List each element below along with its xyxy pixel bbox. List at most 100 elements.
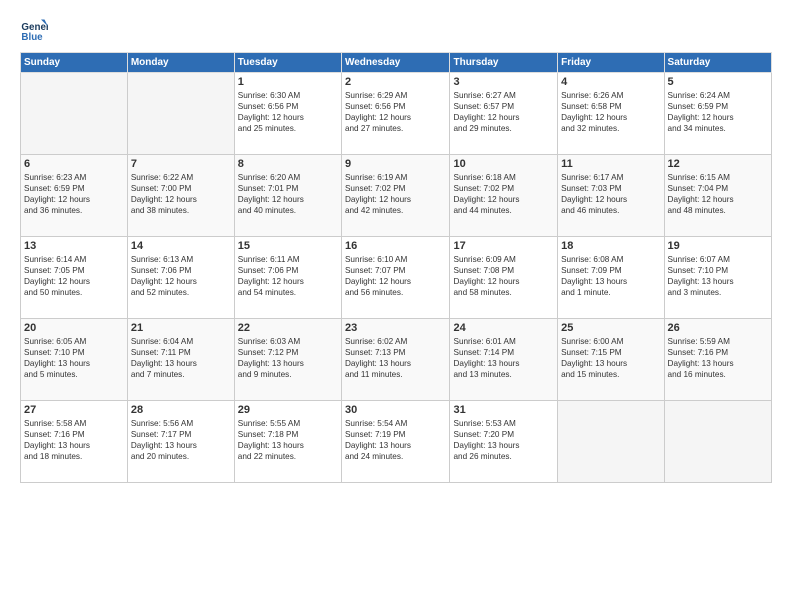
calendar-cell: 28Sunrise: 5:56 AM Sunset: 7:17 PM Dayli… bbox=[127, 401, 234, 483]
calendar-cell: 31 Sunrise: 5:53 AM Sunset: 7:20 PM Dayli… bbox=[450, 401, 558, 483]
day-number: 8 bbox=[238, 158, 338, 170]
day-info: Sunrise: 6:23 AM Sunset: 6:59 PM Dayligh… bbox=[24, 172, 124, 216]
calendar-cell: 18 Sunrise: 6:08 AM Sunset: 7:09 PM Dayli… bbox=[558, 237, 664, 319]
day-info: Sunrise: 6:30 AM Sunset: 6:56 PM Dayligh… bbox=[238, 90, 338, 134]
day-number: 16 bbox=[345, 240, 447, 252]
day-number: 19 bbox=[668, 240, 768, 252]
calendar-cell: 30 Sunrise: 5:54 AM Sunset: 7:19 PM Dayli… bbox=[341, 401, 450, 483]
day-info: Sunrise: 6:13 AM Sunset: 7:06 PM Dayligh… bbox=[131, 254, 231, 298]
day-number: 12 bbox=[668, 158, 768, 170]
day-info: Sunrise: 6:22 AM Sunset: 7:00 PM Dayligh… bbox=[131, 172, 231, 216]
day-info: Sunrise: 5:55 AM Sunset: 7:18 PM Dayligh… bbox=[238, 418, 338, 462]
calendar-cell: 22Sunrise: 6:03 AM Sunset: 7:12 PM Dayli… bbox=[234, 319, 341, 401]
calendar-cell: 1 Sunrise: 6:30 AM Sunset: 6:56 PM Daylig… bbox=[234, 73, 341, 155]
header: General Blue bbox=[20, 16, 772, 44]
logo: General Blue bbox=[20, 16, 52, 44]
calendar-cell: 17Sunrise: 6:09 AM Sunset: 7:08 PM Dayli… bbox=[450, 237, 558, 319]
day-info: Sunrise: 6:05 AM Sunset: 7:10 PM Dayligh… bbox=[24, 336, 124, 380]
calendar-cell: 9 Sunrise: 6:19 AM Sunset: 7:02 PM Daylig… bbox=[341, 155, 450, 237]
calendar-cell bbox=[127, 73, 234, 155]
day-header-wednesday: Wednesday bbox=[341, 53, 450, 73]
day-number: 1 bbox=[238, 76, 338, 88]
day-info: Sunrise: 6:07 AM Sunset: 7:10 PM Dayligh… bbox=[668, 254, 768, 298]
day-info: Sunrise: 6:04 AM Sunset: 7:11 PM Dayligh… bbox=[131, 336, 231, 380]
day-number: 17 bbox=[453, 240, 554, 252]
calendar-cell: 24Sunrise: 6:01 AM Sunset: 7:14 PM Dayli… bbox=[450, 319, 558, 401]
day-header-tuesday: Tuesday bbox=[234, 53, 341, 73]
day-number: 21 bbox=[131, 322, 231, 334]
calendar-header-row: SundayMondayTuesdayWednesdayThursdayFrid… bbox=[21, 53, 772, 73]
day-header-saturday: Saturday bbox=[664, 53, 771, 73]
day-header-friday: Friday bbox=[558, 53, 664, 73]
day-number: 2 bbox=[345, 76, 447, 88]
calendar-cell: 16Sunrise: 6:10 AM Sunset: 7:07 PM Dayli… bbox=[341, 237, 450, 319]
day-number: 4 bbox=[561, 76, 660, 88]
calendar-cell: 26Sunrise: 5:59 AM Sunset: 7:16 PM Dayli… bbox=[664, 319, 771, 401]
calendar-cell: 23 Sunrise: 6:02 AM Sunset: 7:13 PM Dayli… bbox=[341, 319, 450, 401]
day-info: Sunrise: 6:27 AM Sunset: 6:57 PM Dayligh… bbox=[453, 90, 554, 134]
day-number: 29 bbox=[238, 404, 338, 416]
page: General Blue SundayMondayTuesdayWednesda… bbox=[0, 0, 792, 612]
calendar-cell: 2 Sunrise: 6:29 AM Sunset: 6:56 PM Daylig… bbox=[341, 73, 450, 155]
day-number: 6 bbox=[24, 158, 124, 170]
day-number: 28 bbox=[131, 404, 231, 416]
day-number: 18 bbox=[561, 240, 660, 252]
calendar-cell: 5 Sunrise: 6:24 AM Sunset: 6:59 PM Daylig… bbox=[664, 73, 771, 155]
day-info: Sunrise: 6:08 AM Sunset: 7:09 PM Dayligh… bbox=[561, 254, 660, 298]
svg-text:Blue: Blue bbox=[21, 32, 43, 43]
day-number: 9 bbox=[345, 158, 447, 170]
calendar-table: SundayMondayTuesdayWednesdayThursdayFrid… bbox=[20, 52, 772, 483]
calendar-week-5: 27 Sunrise: 5:58 AM Sunset: 7:16 PM Dayli… bbox=[21, 401, 772, 483]
day-number: 20 bbox=[24, 322, 124, 334]
calendar-week-1: 1 Sunrise: 6:30 AM Sunset: 6:56 PM Daylig… bbox=[21, 73, 772, 155]
day-number: 13 bbox=[24, 240, 124, 252]
calendar-cell bbox=[21, 73, 128, 155]
calendar-week-2: 6 Sunrise: 6:23 AM Sunset: 6:59 PM Daylig… bbox=[21, 155, 772, 237]
calendar-cell bbox=[664, 401, 771, 483]
calendar-cell: 10Sunrise: 6:18 AM Sunset: 7:02 PM Dayli… bbox=[450, 155, 558, 237]
day-number: 25 bbox=[561, 322, 660, 334]
day-info: Sunrise: 6:00 AM Sunset: 7:15 PM Dayligh… bbox=[561, 336, 660, 380]
day-info: Sunrise: 5:53 AM Sunset: 7:20 PM Dayligh… bbox=[453, 418, 554, 462]
day-info: Sunrise: 6:14 AM Sunset: 7:05 PM Dayligh… bbox=[24, 254, 124, 298]
calendar-cell: 7 Sunrise: 6:22 AM Sunset: 7:00 PM Daylig… bbox=[127, 155, 234, 237]
day-info: Sunrise: 5:58 AM Sunset: 7:16 PM Dayligh… bbox=[24, 418, 124, 462]
day-number: 30 bbox=[345, 404, 447, 416]
calendar-cell: 4 Sunrise: 6:26 AM Sunset: 6:58 PM Daylig… bbox=[558, 73, 664, 155]
day-number: 11 bbox=[561, 158, 660, 170]
day-number: 27 bbox=[24, 404, 124, 416]
day-number: 7 bbox=[131, 158, 231, 170]
logo-icon: General Blue bbox=[20, 16, 48, 44]
day-number: 3 bbox=[453, 76, 554, 88]
day-header-monday: Monday bbox=[127, 53, 234, 73]
day-info: Sunrise: 6:19 AM Sunset: 7:02 PM Dayligh… bbox=[345, 172, 447, 216]
day-number: 23 bbox=[345, 322, 447, 334]
day-number: 14 bbox=[131, 240, 231, 252]
day-header-sunday: Sunday bbox=[21, 53, 128, 73]
calendar-cell: 6 Sunrise: 6:23 AM Sunset: 6:59 PM Daylig… bbox=[21, 155, 128, 237]
calendar-cell: 21 Sunrise: 6:04 AM Sunset: 7:11 PM Dayli… bbox=[127, 319, 234, 401]
day-number: 10 bbox=[453, 158, 554, 170]
day-info: Sunrise: 6:02 AM Sunset: 7:13 PM Dayligh… bbox=[345, 336, 447, 380]
calendar-cell: 12 Sunrise: 6:15 AM Sunset: 7:04 PM Dayli… bbox=[664, 155, 771, 237]
calendar-week-4: 20 Sunrise: 6:05 AM Sunset: 7:10 PM Dayli… bbox=[21, 319, 772, 401]
day-number: 15 bbox=[238, 240, 338, 252]
day-info: Sunrise: 6:11 AM Sunset: 7:06 PM Dayligh… bbox=[238, 254, 338, 298]
calendar-cell: 19 Sunrise: 6:07 AM Sunset: 7:10 PM Dayli… bbox=[664, 237, 771, 319]
day-number: 24 bbox=[453, 322, 554, 334]
day-number: 5 bbox=[668, 76, 768, 88]
calendar-cell: 14 Sunrise: 6:13 AM Sunset: 7:06 PM Dayli… bbox=[127, 237, 234, 319]
day-number: 31 bbox=[453, 404, 554, 416]
day-info: Sunrise: 6:03 AM Sunset: 7:12 PM Dayligh… bbox=[238, 336, 338, 380]
calendar-cell: 29 Sunrise: 5:55 AM Sunset: 7:18 PM Dayli… bbox=[234, 401, 341, 483]
day-info: Sunrise: 6:29 AM Sunset: 6:56 PM Dayligh… bbox=[345, 90, 447, 134]
day-info: Sunrise: 5:54 AM Sunset: 7:19 PM Dayligh… bbox=[345, 418, 447, 462]
day-info: Sunrise: 6:24 AM Sunset: 6:59 PM Dayligh… bbox=[668, 90, 768, 134]
day-info: Sunrise: 6:15 AM Sunset: 7:04 PM Dayligh… bbox=[668, 172, 768, 216]
calendar-cell: 25 Sunrise: 6:00 AM Sunset: 7:15 PM Dayli… bbox=[558, 319, 664, 401]
calendar-cell: 8Sunrise: 6:20 AM Sunset: 7:01 PM Daylig… bbox=[234, 155, 341, 237]
day-info: Sunrise: 6:26 AM Sunset: 6:58 PM Dayligh… bbox=[561, 90, 660, 134]
calendar-cell: 13 Sunrise: 6:14 AM Sunset: 7:05 PM Dayli… bbox=[21, 237, 128, 319]
day-info: Sunrise: 6:17 AM Sunset: 7:03 PM Dayligh… bbox=[561, 172, 660, 216]
calendar-cell: 27 Sunrise: 5:58 AM Sunset: 7:16 PM Dayli… bbox=[21, 401, 128, 483]
